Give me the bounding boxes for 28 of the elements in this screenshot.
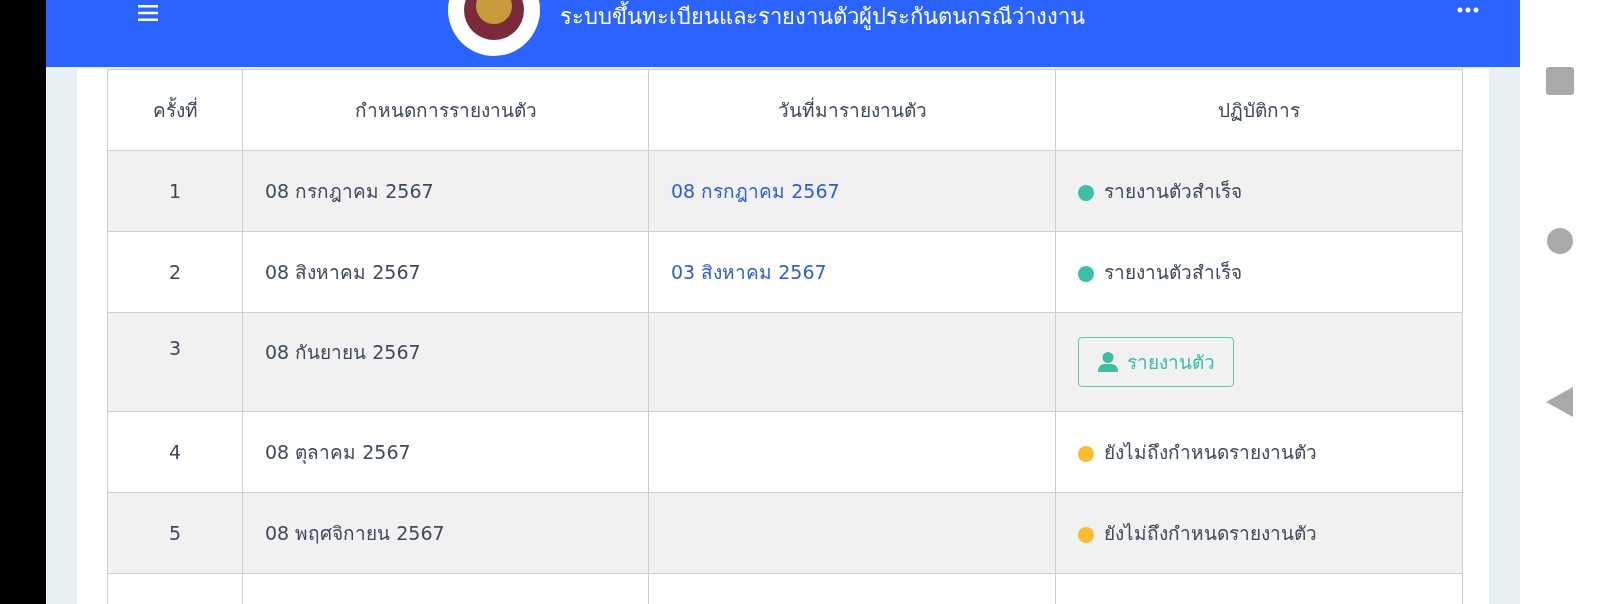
column-header: ปฏิบัติการ <box>1055 69 1463 151</box>
status-text: ยังไม่ถึงกำหนดรายงานตัว <box>1104 522 1317 544</box>
report-button[interactable]: รายงานตัว <box>1078 337 1234 387</box>
page-title: ระบบขึ้นทะเบียนและรายงานตัวผู้ประกันตนกรณีว่างงาน <box>560 3 1438 31</box>
column-header: กำหนดการรายงานตัว <box>242 69 649 151</box>
table-cell: 2 <box>107 231 243 313</box>
person-icon <box>1097 351 1119 373</box>
status-text: รายงานตัวสำเร็จ <box>1104 180 1242 202</box>
column-header: วันที่มารายงานตัว <box>648 69 1056 151</box>
report-date: 03 สิงหาคม 2567 <box>671 261 827 283</box>
table-cell: 5 <box>107 492 243 574</box>
report-date: 08 กรกฎาคม 2567 <box>671 180 840 202</box>
table-cell: 08 สิงหาคม 2567 <box>242 231 649 313</box>
column-header: ครั้งที่ <box>107 69 243 151</box>
table-cell: 1 <box>107 150 243 232</box>
table-cell: 08 ตุลาคม 2567 <box>242 411 649 493</box>
table-cell: 4 <box>107 411 243 493</box>
square-icon[interactable] <box>1545 65 1575 96</box>
table-cell: 08 กรกฎาคม 2567 <box>242 150 649 232</box>
table-cell: 08 พฤศจิกายน 2567 <box>242 492 649 574</box>
home-icon[interactable] <box>1546 227 1574 255</box>
status-text: รายงานตัวสำเร็จ <box>1104 261 1242 283</box>
status-text: ยังไม่ถึงกำหนดรายงานตัว <box>1104 441 1317 463</box>
table-cell: 3 <box>107 312 243 412</box>
back-icon[interactable] <box>1546 386 1574 419</box>
more-icon[interactable] <box>1456 7 1480 13</box>
menu-icon[interactable] <box>138 5 158 21</box>
table-cell: 08 กันยายน 2567 <box>242 312 649 412</box>
